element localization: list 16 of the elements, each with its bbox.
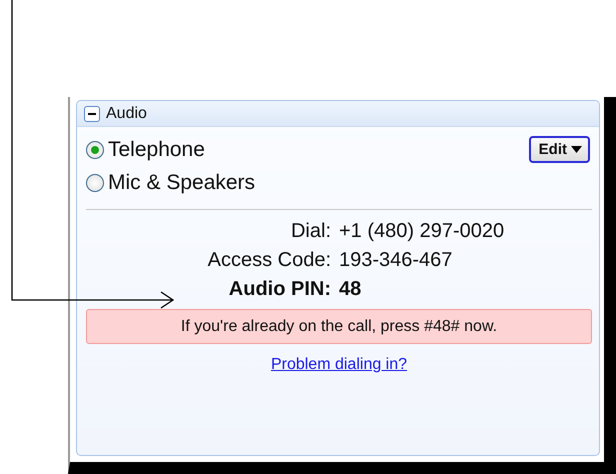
- edit-button[interactable]: Edit: [528, 136, 590, 163]
- help-link[interactable]: Problem dialing in?: [270, 356, 408, 374]
- collapse-button[interactable]: [84, 106, 100, 122]
- detail-value: 193-346-467: [339, 249, 454, 272]
- radio-option[interactable]: Telephone: [86, 138, 205, 162]
- panel-title: Audio: [106, 104, 147, 122]
- radio-icon[interactable]: [86, 140, 104, 158]
- detail-value: +1 (480) 297-0020: [339, 220, 506, 243]
- radio-icon[interactable]: [86, 174, 104, 192]
- radio-label: Telephone: [108, 138, 205, 162]
- caret-icon: [571, 146, 582, 153]
- notice-banner: If you're already on the call, press #48# now.: [86, 309, 592, 344]
- detail-label: Audio PIN:: [228, 278, 331, 301]
- detail-label: Dial:: [290, 220, 331, 243]
- detail-label: Access Code:: [206, 249, 331, 272]
- detail-value: 48: [339, 278, 362, 301]
